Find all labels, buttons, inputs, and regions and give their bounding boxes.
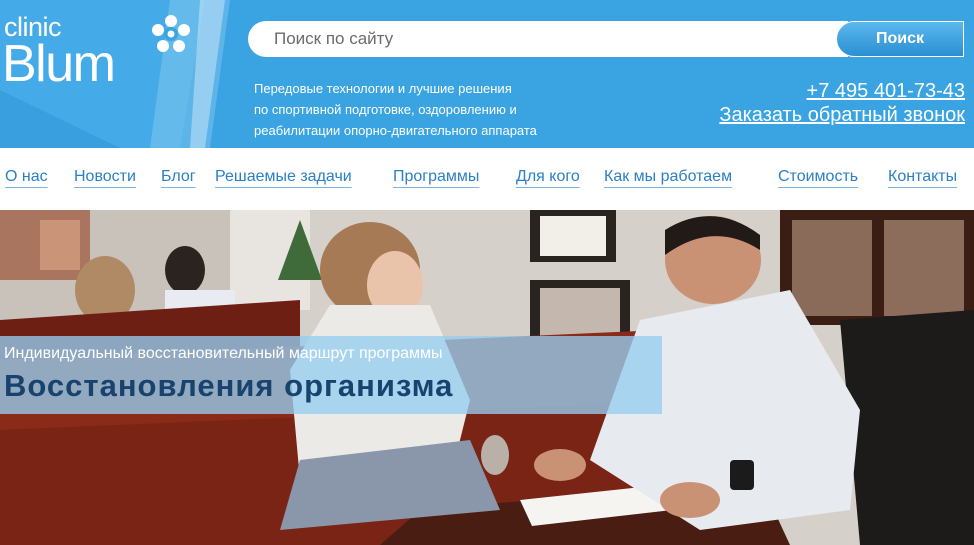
page: clinic Blum Поиск Передовые технологии и…	[0, 0, 974, 545]
nav-item-programs[interactable]: Программы	[393, 168, 479, 186]
tagline: Передовые технологии и лучшие решения по…	[254, 78, 614, 141]
nav-item-tasks[interactable]: Решаемые задачи	[215, 168, 352, 186]
nav-item-blog[interactable]: Блог	[161, 168, 196, 186]
nav-item-contacts[interactable]: Контакты	[888, 168, 957, 186]
search-input[interactable]	[248, 21, 848, 57]
phone-link[interactable]: +7 495 401-73-43	[807, 80, 965, 103]
callback-link[interactable]: Заказать обратный звонок	[719, 104, 965, 127]
site-header: clinic Blum Поиск Передовые технологии и…	[0, 0, 974, 148]
tagline-line: реабилитации опорно-двигательного аппара…	[254, 123, 537, 138]
search-form: Поиск	[248, 21, 964, 57]
tagline-line: по спортивной подготовке, оздоровлению и	[254, 102, 517, 117]
nav-item-about[interactable]: О нас	[5, 168, 48, 186]
hero-caption: Индивидуальный восстановительный маршрут…	[0, 336, 662, 414]
flower-logo-icon	[152, 15, 190, 52]
main-nav: О нас Новости Блог Решаемые задачи Прогр…	[0, 148, 974, 210]
hero-subtitle: Индивидуальный восстановительный маршрут…	[4, 345, 443, 362]
nav-item-pricing[interactable]: Стоимость	[778, 168, 858, 186]
logo-name-text: Blum	[2, 35, 116, 93]
nav-item-for-whom[interactable]: Для кого	[516, 168, 580, 186]
nav-item-news[interactable]: Новости	[74, 168, 136, 186]
hero-title: Восстановления организма	[4, 368, 454, 403]
tagline-line: Передовые технологии и лучшие решения	[254, 81, 512, 96]
search-button[interactable]: Поиск	[836, 21, 964, 57]
logo[interactable]: clinic Blum	[0, 0, 230, 148]
hero-banner: Индивидуальный восстановительный маршрут…	[0, 210, 974, 545]
nav-item-how-we-work[interactable]: Как мы работаем	[604, 168, 732, 186]
